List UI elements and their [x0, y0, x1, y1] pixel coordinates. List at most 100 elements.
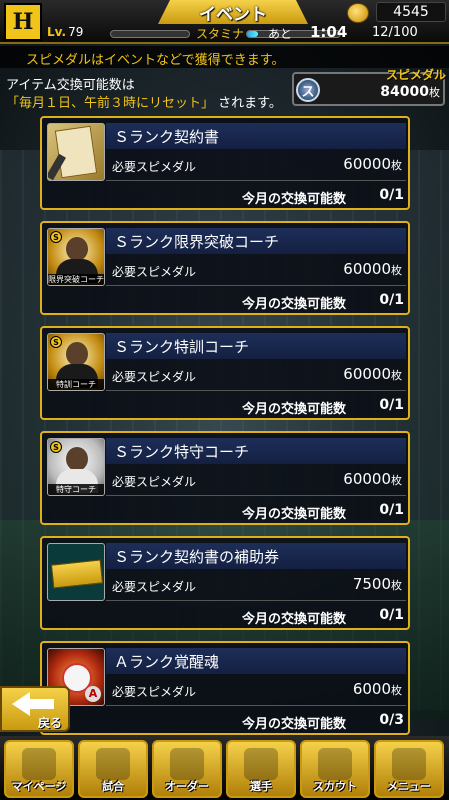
- nav-scout-button[interactable]: スカウト: [300, 740, 370, 798]
- team-logo[interactable]: H: [4, 3, 42, 41]
- required-medal-label: 必要スピメダル: [112, 475, 197, 489]
- mypage-icon: [22, 748, 56, 780]
- divider: [106, 390, 406, 391]
- coach-portrait-icon: S 特守コーチ: [47, 438, 105, 496]
- medal-balance: 84000枚: [325, 84, 440, 100]
- cost-unit: 枚: [391, 264, 402, 277]
- exp-bar: [110, 30, 190, 38]
- nav-label: オーダー: [165, 780, 209, 793]
- required-medal-label: 必要スピメダル: [112, 370, 197, 384]
- scout-card-icon: [318, 748, 352, 780]
- back-arrow-tail: [28, 699, 54, 709]
- level-value: 79: [68, 25, 84, 39]
- cost-unit: 枚: [391, 369, 402, 382]
- coach-portrait-icon: S 特訓コーチ: [47, 333, 105, 391]
- required-medal-value: 6000枚: [262, 680, 402, 698]
- contract-icon: [47, 123, 105, 181]
- back-button[interactable]: 戻る: [0, 686, 70, 732]
- nav-label: メニュー: [387, 780, 431, 793]
- monthly-limit-label: 今月の交換可能数: [242, 717, 347, 732]
- nav-menu-button[interactable]: メニュー: [374, 740, 444, 798]
- exchange-note-line1: アイテム交換可能数は: [6, 78, 135, 93]
- recovery-label: あと: [268, 27, 293, 41]
- top-status-bar: H イベント Lv. 79 スタミナ あと 1:04 12/100 4545: [0, 0, 449, 44]
- nav-mypage-button[interactable]: マイページ: [4, 740, 74, 798]
- required-medal-value: 7500枚: [262, 575, 402, 593]
- exchange-item-card[interactable]: Ｓランク契約書 必要スピメダル 60000枚 今月の交換可能数 0/1: [40, 116, 410, 210]
- exchange-item-card[interactable]: A Ａランク覚醒魂 必要スピメダル 6000枚 今月の交換可能数 0/3: [40, 641, 410, 735]
- page-title-plate: イベント: [158, 0, 308, 24]
- cost-value: 60000: [343, 155, 391, 173]
- monthly-limit-value: 0/1: [379, 397, 404, 413]
- item-tag: 限界突破コーチ: [48, 274, 104, 285]
- exchange-item-card[interactable]: S 限界突破コーチ Ｓランク限界突破コーチ 必要スピメダル 60000枚 今月の交…: [40, 221, 410, 315]
- back-label: 戻る: [38, 716, 63, 730]
- required-medal-value: 60000枚: [262, 365, 402, 383]
- divider: [106, 495, 406, 496]
- monthly-limit-label: 今月の交換可能数: [242, 507, 347, 522]
- medal-title: スピメダル: [386, 68, 447, 82]
- coin-count[interactable]: 4545: [376, 2, 446, 22]
- medal-icon: ス: [296, 78, 320, 102]
- reset-highlight: 「毎月１日、午前３時にリセット」: [6, 96, 215, 111]
- required-medal-value: 60000枚: [262, 260, 402, 278]
- reset-rest: されます。: [218, 96, 282, 111]
- stadium-icon: [96, 748, 130, 780]
- item-name: Ｓランク契約書: [114, 128, 220, 146]
- exchange-item-card[interactable]: S 特訓コーチ Ｓランク特訓コーチ 必要スピメダル 60000枚 今月の交換可能数…: [40, 326, 410, 420]
- nav-match-button[interactable]: 試合: [78, 740, 148, 798]
- cost-unit: 枚: [391, 579, 402, 592]
- medal-balance-value: 84000: [380, 84, 429, 100]
- nav-label: マイページ: [11, 780, 67, 793]
- required-medal-label: 必要スピメダル: [112, 160, 197, 174]
- coin-bag-icon: [347, 3, 369, 23]
- nav-order-button[interactable]: オーダー: [152, 740, 222, 798]
- monthly-limit-label: 今月の交換可能数: [242, 297, 347, 312]
- item-name: Ｓランク限界突破コーチ: [114, 233, 280, 251]
- monthly-limit-value: 0/1: [379, 607, 404, 623]
- divider: [106, 600, 406, 601]
- required-medal-value: 60000枚: [262, 470, 402, 488]
- info-banner-text: スピメダルはイベントなどで獲得できます。: [26, 53, 285, 68]
- required-medal-label: 必要スピメダル: [112, 265, 197, 279]
- stamina-fill: [247, 31, 259, 37]
- menu-icon: [392, 748, 426, 780]
- field-diagram-icon: [170, 748, 204, 780]
- info-banner: スピメダルはイベントなどで獲得できます。: [0, 46, 449, 68]
- medal-balance-unit: 枚: [429, 86, 440, 99]
- nav-players-button[interactable]: 選手: [226, 740, 296, 798]
- cost-value: 60000: [343, 260, 391, 278]
- item-name: Ｓランク特守コーチ: [114, 443, 250, 461]
- item-tag: 特守コーチ: [48, 484, 104, 495]
- cost-unit: 枚: [391, 684, 402, 697]
- stamina-timer: 1:04: [310, 23, 348, 41]
- exchange-item-card[interactable]: Ｓランク契約書の補助券 必要スピメダル 7500枚 今月の交換可能数 0/1: [40, 536, 410, 630]
- monthly-limit-label: 今月の交換可能数: [242, 402, 347, 417]
- stamina-label: スタミナ: [196, 27, 245, 41]
- coach-portrait-icon: S 限界突破コーチ: [47, 228, 105, 286]
- monthly-limit-value: 0/1: [379, 502, 404, 518]
- monthly-limit-value: 0/1: [379, 292, 404, 308]
- item-name: Ａランク覚醒魂: [114, 653, 220, 671]
- required-medal-label: 必要スピメダル: [112, 685, 197, 699]
- monthly-limit-label: 今月の交換可能数: [242, 612, 347, 627]
- required-medal-value: 60000枚: [262, 155, 402, 173]
- exchange-item-card[interactable]: S 特守コーチ Ｓランク特守コーチ 必要スピメダル 60000枚 今月の交換可能数…: [40, 431, 410, 525]
- divider: [106, 285, 406, 286]
- divider: [106, 180, 406, 181]
- cost-value: 7500: [352, 575, 391, 593]
- stamina-value: 12/100: [372, 25, 418, 40]
- item-name: Ｓランク契約書の補助券: [114, 548, 280, 566]
- cost-unit: 枚: [391, 159, 402, 172]
- ticket-icon: [47, 543, 105, 601]
- divider: [106, 705, 406, 706]
- cost-value: 60000: [343, 470, 391, 488]
- exchange-note-line2: 「毎月１日、午前３時にリセット」 されます。: [6, 92, 282, 111]
- monthly-limit-value: 0/1: [379, 187, 404, 203]
- item-tag: 特訓コーチ: [48, 379, 104, 390]
- cost-unit: 枚: [391, 474, 402, 487]
- item-name: Ｓランク特訓コーチ: [114, 338, 250, 356]
- nav-label: スカウト: [313, 780, 357, 793]
- cost-value: 6000: [352, 680, 391, 698]
- required-medal-label: 必要スピメダル: [112, 580, 197, 594]
